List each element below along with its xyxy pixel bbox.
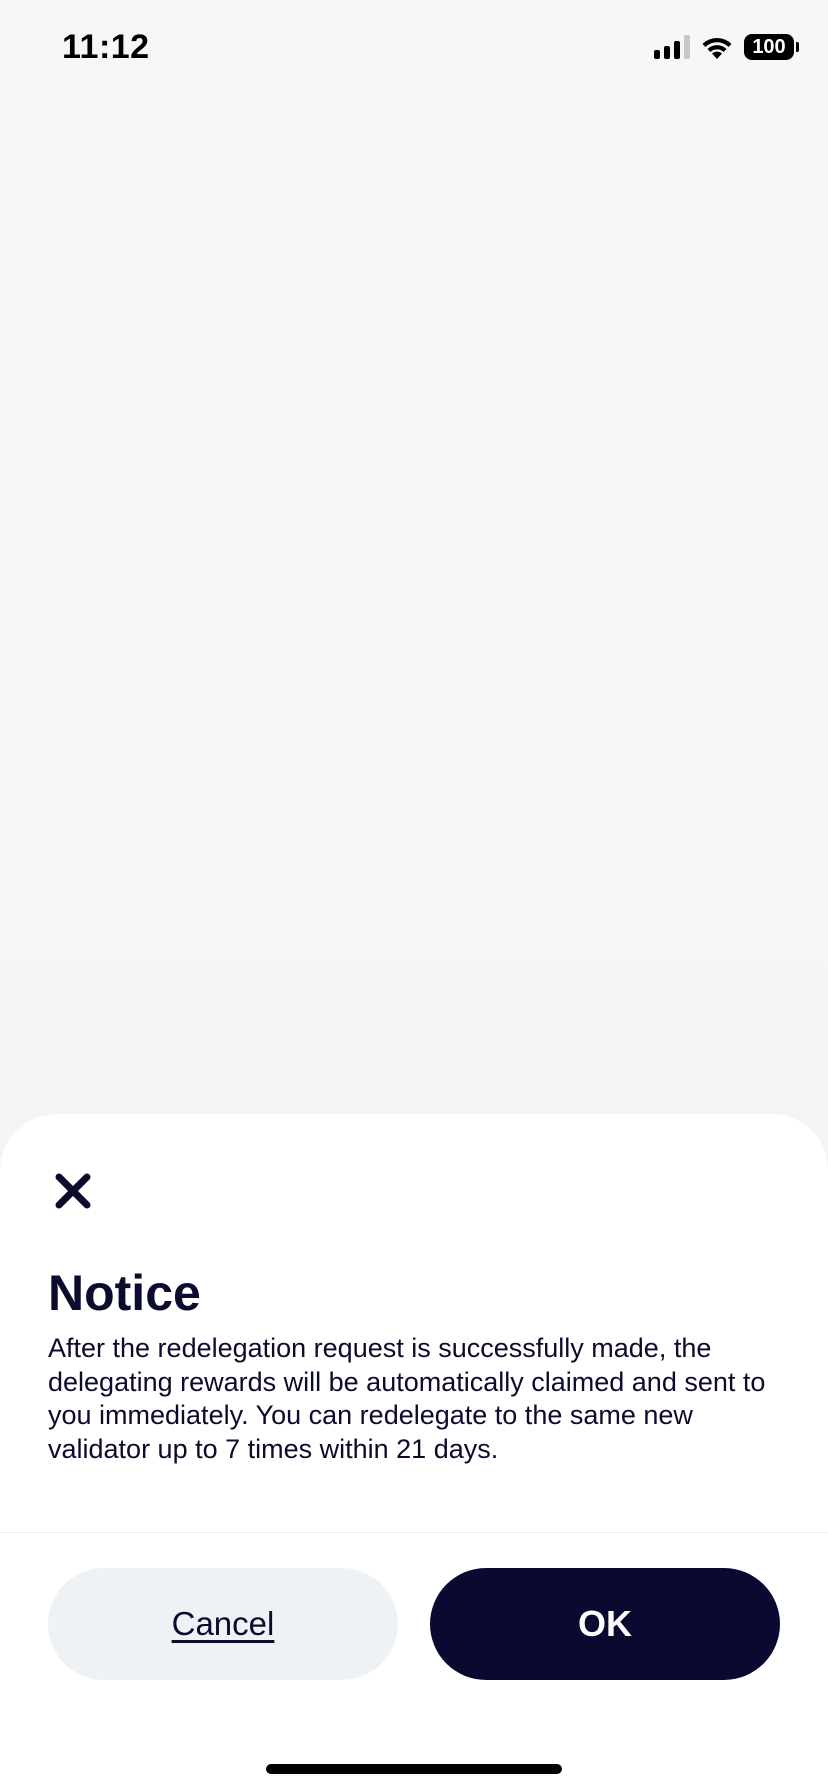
screen: 11:12 100 Notice After the redelegation … — [0, 0, 828, 1792]
sheet-body-text: After the redelegation request is succes… — [48, 1333, 766, 1464]
wifi-icon — [702, 37, 732, 59]
ok-button[interactable]: OK — [430, 1568, 780, 1680]
status-time: 11:12 — [62, 28, 150, 66]
battery-icon: 100 — [744, 34, 799, 60]
notice-sheet: Notice After the redelegation request is… — [0, 1114, 828, 1792]
signal-icon — [654, 35, 690, 59]
home-indicator — [266, 1764, 562, 1774]
status-bar: 11:12 100 — [0, 0, 828, 100]
close-button[interactable] — [48, 1166, 98, 1216]
status-icons: 100 — [654, 34, 799, 60]
sheet-title: Notice — [48, 1265, 201, 1321]
divider — [0, 1532, 828, 1533]
close-icon — [55, 1173, 91, 1209]
cancel-button[interactable]: Cancel — [48, 1568, 398, 1680]
